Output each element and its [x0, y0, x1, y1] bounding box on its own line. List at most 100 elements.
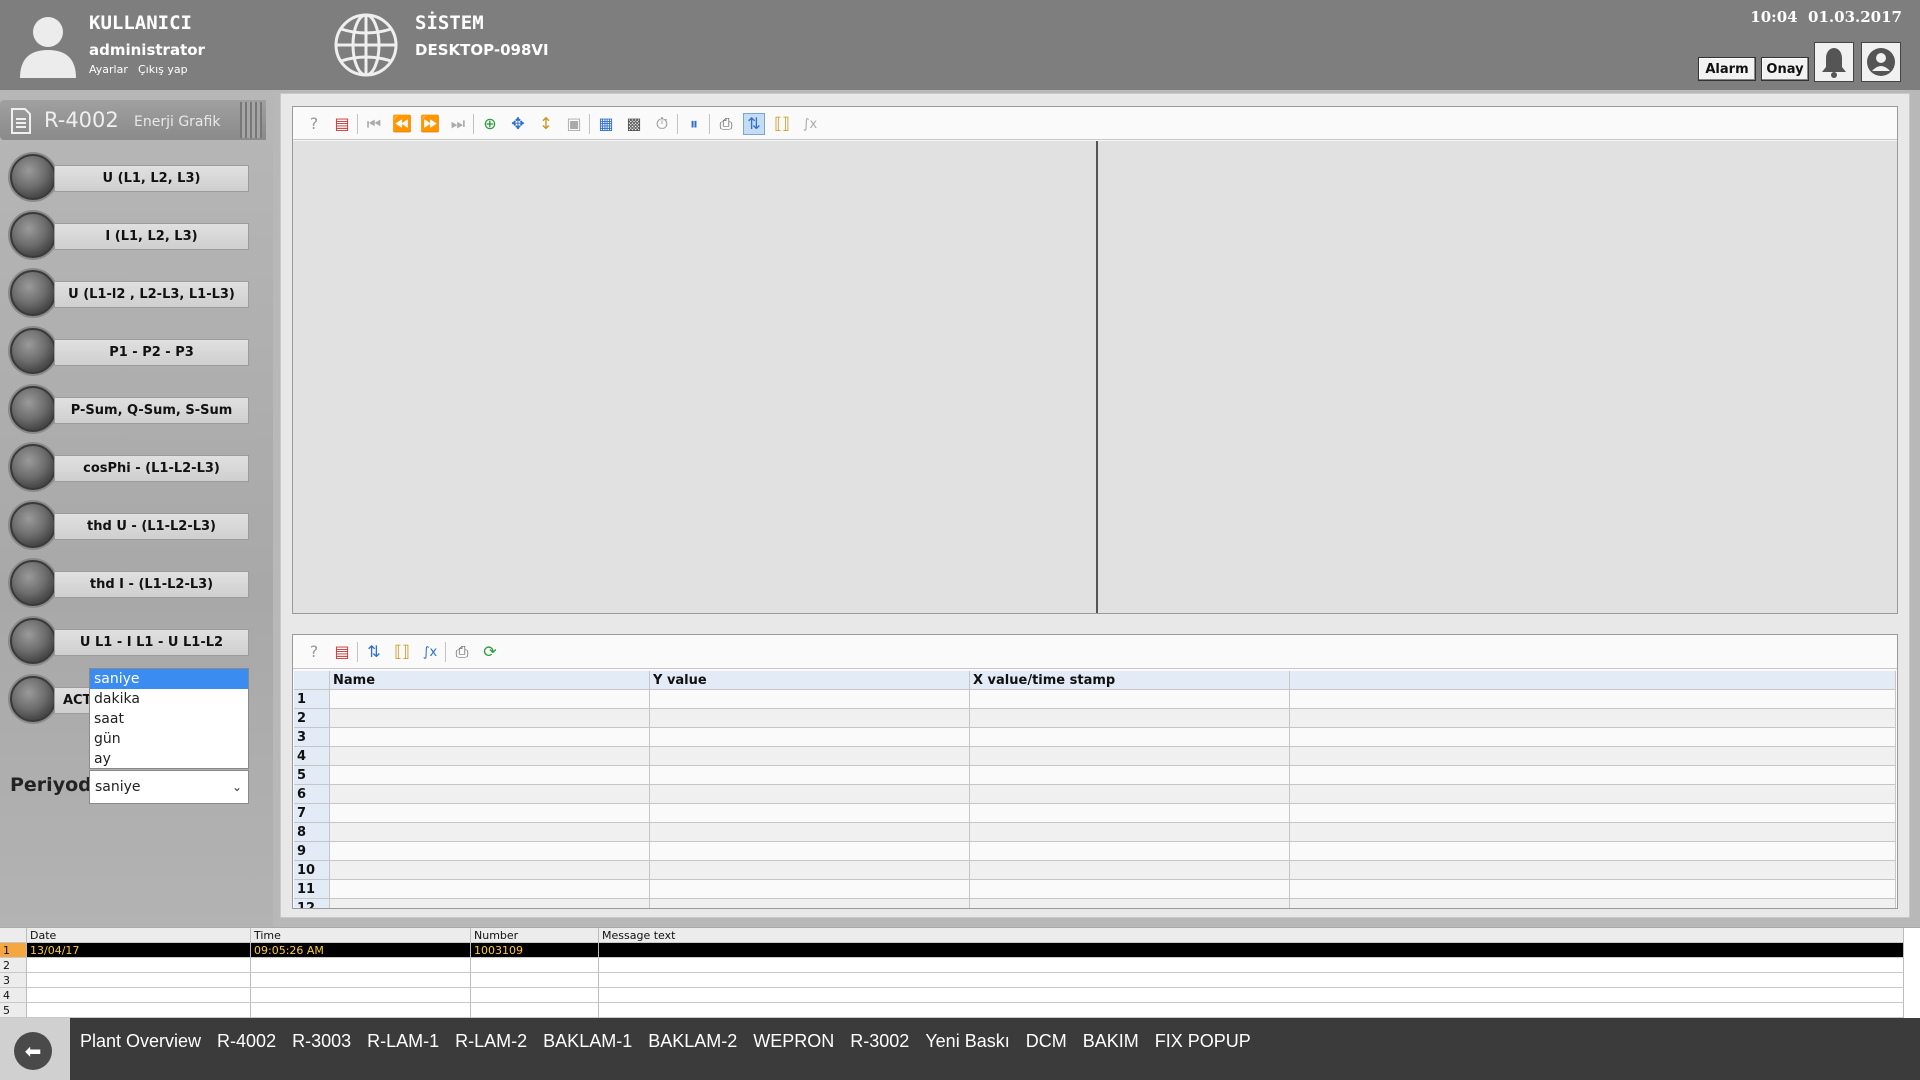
bell-button[interactable] [1814, 42, 1854, 82]
confirm-button[interactable]: Onay [1761, 57, 1809, 81]
column-header[interactable] [1290, 671, 1896, 690]
export-icon[interactable]: ⟳ [479, 641, 501, 663]
calculation-icon[interactable]: ∫x [419, 641, 441, 663]
table-row[interactable]: 4 [294, 747, 1896, 766]
user-circle-icon [1867, 48, 1895, 76]
config-icon[interactable]: ▤ [331, 113, 353, 135]
trend-plot[interactable] [293, 141, 1897, 613]
ruler-icon[interactable]: ⇅ [363, 641, 385, 663]
panel-grip[interactable] [240, 102, 262, 138]
period-option[interactable]: dakika [90, 689, 248, 709]
zoom-icon[interactable]: ⊕ [479, 113, 501, 135]
trend-button-label: U (L1, L2, L3) [54, 165, 249, 192]
table-row[interactable]: 3 [294, 728, 1896, 747]
trend-button-thd-u[interactable]: thd U - (L1-L2-L3) [10, 499, 250, 549]
alarm-column-header[interactable]: Message text [599, 928, 1904, 943]
table-row[interactable]: 2 [294, 709, 1896, 728]
ruler-icon[interactable]: ⇅ [743, 113, 765, 135]
period-select-value: saniye [95, 779, 141, 795]
period-option[interactable]: saniye [90, 669, 248, 689]
table-row[interactable]: 10 [294, 861, 1896, 880]
period-dropdown-list: saniye dakika saat gün ay [89, 668, 249, 769]
alarm-column-header[interactable]: Number [471, 928, 599, 943]
table-row[interactable]: 7 [294, 804, 1896, 823]
knob-icon [10, 328, 56, 374]
nav-r-4002[interactable]: R-4002 [217, 1031, 276, 1052]
calculation-icon[interactable]: ∫x [799, 113, 821, 135]
nav-r-lam-2[interactable]: R-LAM-2 [455, 1031, 527, 1052]
print-icon[interactable]: ⎙ [451, 641, 473, 663]
trend-button-thd-i[interactable]: thd I - (L1-L2-L3) [10, 557, 250, 607]
print-icon[interactable]: ⎙ [715, 113, 737, 135]
nav-fix-popup[interactable]: FIX POPUP [1155, 1031, 1251, 1052]
select-data-icon[interactable]: ▦ [595, 113, 617, 135]
table-row[interactable]: 11 [294, 880, 1896, 899]
rewind-icon[interactable]: ⏪ [391, 113, 413, 135]
statistic-area-icon[interactable]: ⟦⟧ [391, 641, 413, 663]
alarm-button[interactable]: Alarm [1698, 57, 1756, 81]
first-icon[interactable]: ⏮ [363, 113, 385, 135]
trend-button-ul1[interactable]: U L1 - I L1 - U L1-L2 [10, 615, 250, 665]
pause-icon[interactable]: ⏸ [683, 113, 705, 135]
trend-button-label: U (L1-l2 , L2-L3, L1-L3) [54, 281, 249, 308]
alarm-column-header[interactable]: Date [27, 928, 251, 943]
trend-button-u[interactable]: U (L1, L2, L3) [10, 151, 250, 201]
zoom-axis-icon[interactable]: ↕ [535, 113, 557, 135]
help-icon[interactable]: ? [303, 113, 325, 135]
trend-button-label: cosPhi - (L1-L2-L3) [54, 455, 249, 482]
profile-button[interactable] [1861, 42, 1901, 82]
period-option[interactable]: ay [90, 749, 248, 769]
trend-button-cosphi[interactable]: cosPhi - (L1-L2-L3) [10, 441, 250, 491]
logout-link[interactable]: Çıkış yap [138, 63, 188, 76]
nav-r-3002[interactable]: R-3002 [850, 1031, 909, 1052]
period-select[interactable]: saniye ⌄ [89, 770, 249, 804]
move-icon[interactable]: ✥ [507, 113, 529, 135]
trend-button-sum[interactable]: P-Sum, Q-Sum, S-Sum [10, 383, 250, 433]
forward-icon[interactable]: ⏩ [419, 113, 441, 135]
statistic-area-icon[interactable]: ⟦⟧ [771, 113, 793, 135]
table-row[interactable]: 12 [294, 899, 1896, 908]
trend-button-label: P1 - P2 - P3 [54, 339, 249, 366]
trend-button-i[interactable]: I (L1, L2, L3) [10, 209, 250, 259]
timer-icon[interactable]: ⏱ [651, 113, 673, 135]
column-header[interactable]: Y value [650, 671, 970, 690]
column-header[interactable]: Name [330, 671, 650, 690]
top-header: KULLANICI administrator Ayarlar Çıkış ya… [0, 0, 1920, 90]
select-time-icon[interactable]: ▩ [623, 113, 645, 135]
nav-dcm[interactable]: DCM [1026, 1031, 1067, 1052]
nav-yeni-baski[interactable]: Yeni Baskı [925, 1031, 1009, 1052]
knob-icon [10, 212, 56, 258]
nav-bakim[interactable]: BAKIM [1083, 1031, 1139, 1052]
nav-r-3003[interactable]: R-3003 [292, 1031, 351, 1052]
user-avatar-icon [20, 17, 76, 78]
table-row[interactable]: 6 [294, 785, 1896, 804]
alarm-date: 13/04/17 [27, 943, 251, 958]
nav-r-lam-1[interactable]: R-LAM-1 [367, 1031, 439, 1052]
trend-button-u-line[interactable]: U (L1-l2 , L2-L3, L1-L3) [10, 267, 250, 317]
nav-baklam-2[interactable]: BAKLAM-2 [648, 1031, 737, 1052]
nav-plant-overview[interactable]: Plant Overview [80, 1031, 201, 1052]
trend-button-label: U L1 - I L1 - U L1-L2 [54, 629, 249, 656]
knob-icon [10, 502, 56, 548]
period-option[interactable]: saat [90, 709, 248, 729]
help-icon[interactable]: ? [303, 641, 325, 663]
back-button[interactable]: ⬅ [14, 1032, 52, 1070]
alarm-table: Date Time Number Message text 1 13/04/17… [0, 927, 1920, 1018]
original-view-icon[interactable]: ▣ [563, 113, 585, 135]
ruler-line[interactable] [1096, 141, 1098, 613]
table-row[interactable]: 1 [294, 690, 1896, 709]
table-row[interactable]: 5 [294, 766, 1896, 785]
trend-area: ? ▤ ⏮ ⏪ ⏩ ⏭ ⊕ ✥ ↕ ▣ ▦ ▩ ⏱ ⏸ ⎙ ⇅ ⟦⟧ ∫x ? … [280, 93, 1910, 918]
trend-button-p[interactable]: P1 - P2 - P3 [10, 325, 250, 375]
column-header[interactable]: X value/time stamp [970, 671, 1290, 690]
table-row[interactable]: 8 [294, 823, 1896, 842]
period-option[interactable]: gün [90, 729, 248, 749]
table-row[interactable]: 9 [294, 842, 1896, 861]
nav-wepron[interactable]: WEPRON [753, 1031, 834, 1052]
last-icon[interactable]: ⏭ [447, 113, 469, 135]
nav-baklam-1[interactable]: BAKLAM-1 [543, 1031, 632, 1052]
config-icon[interactable]: ▤ [331, 641, 353, 663]
panel-id: R-4002 [44, 108, 119, 132]
alarm-column-header[interactable]: Time [251, 928, 471, 943]
settings-link[interactable]: Ayarlar [89, 63, 128, 76]
